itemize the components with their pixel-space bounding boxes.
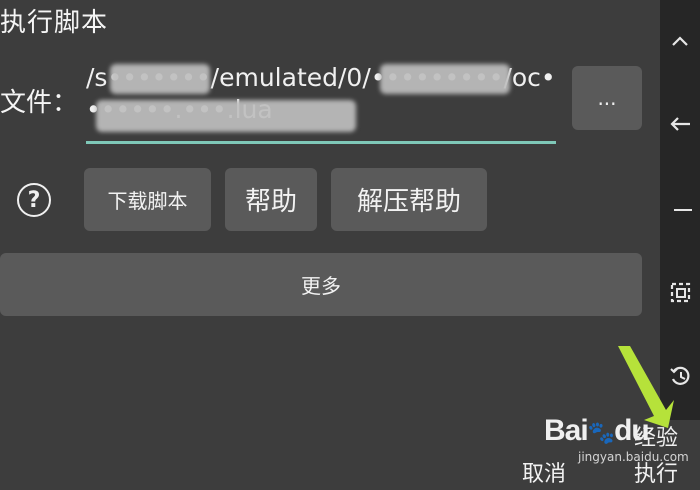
browse-file-button[interactable]: ... — [572, 66, 642, 130]
more-label: 更多 — [301, 274, 341, 298]
blur-mask — [380, 64, 510, 94]
chevron-up-icon[interactable] — [660, 22, 700, 62]
help-label: 帮助 — [244, 187, 297, 217]
download-script-button[interactable]: 下载脚本 — [84, 168, 211, 231]
blur-mask — [110, 64, 210, 94]
unzip-help-button[interactable]: 解压帮助 — [331, 168, 487, 231]
select-square-icon[interactable] — [660, 272, 700, 312]
minus-icon[interactable] — [660, 190, 700, 230]
blur-mask — [96, 100, 356, 132]
download-script-label: 下载脚本 — [107, 189, 188, 213]
arrow-left-icon[interactable] — [660, 104, 700, 144]
execute-button[interactable]: 执行 — [634, 456, 678, 488]
file-label: 文件： — [0, 88, 79, 118]
more-button[interactable]: 更多 — [0, 253, 642, 316]
watermark-sub: 经验 — [634, 426, 679, 451]
dialog-actions: 取消 执行 — [0, 450, 700, 490]
unzip-help-label: 解压帮助 — [356, 187, 461, 217]
baidu-jingyan-watermark: Bai🐾du 经验 jingyan.baidu.com — [544, 414, 694, 464]
browse-button-label: ... — [597, 86, 617, 110]
help-button[interactable]: 帮助 — [225, 168, 317, 231]
cancel-button[interactable]: 取消 — [522, 456, 566, 488]
question-circle-icon[interactable]: ? — [17, 183, 51, 217]
dialog-title: 执行脚本 — [0, 8, 109, 38]
